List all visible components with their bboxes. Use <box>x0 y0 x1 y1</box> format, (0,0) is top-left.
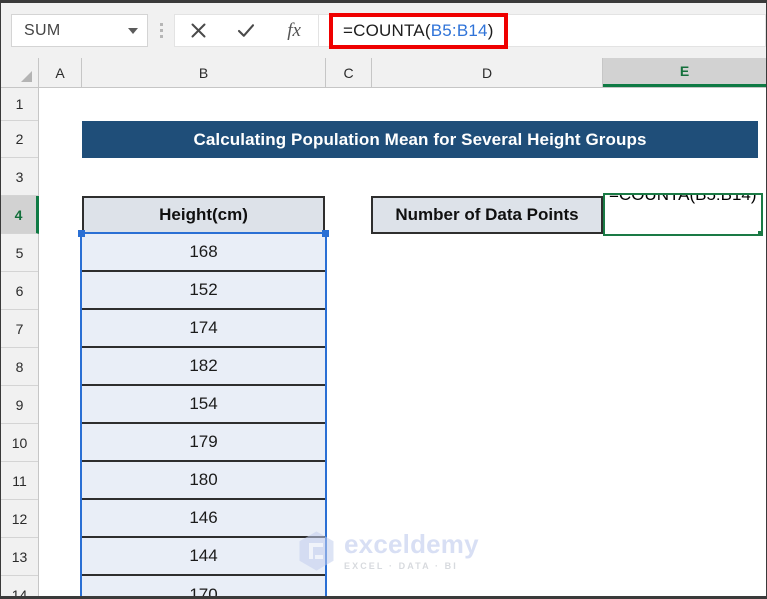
column-header-c-label: C <box>343 64 354 81</box>
row-header-10-label: 10 <box>11 434 28 451</box>
column-header-c[interactable]: C <box>326 58 372 87</box>
column-header-d-label: D <box>481 64 493 81</box>
fx-glyph-label: fx <box>287 19 301 41</box>
worksheet-grid[interactable]: Calculating Population Mean for Several … <box>40 88 766 599</box>
height-value: 170 <box>189 585 218 599</box>
table-row[interactable]: 154 <box>82 386 325 424</box>
row-header-2-label: 2 <box>15 131 24 147</box>
select-all-corner-icon[interactable] <box>1 58 39 87</box>
row-header-12[interactable]: 12 <box>1 500 38 538</box>
row-header-11[interactable]: 11 <box>1 462 38 500</box>
table-row[interactable]: 146 <box>82 500 325 538</box>
column-header-a-label: A <box>55 64 65 81</box>
table-row[interactable]: 168 <box>82 234 325 272</box>
row-header-5[interactable]: 5 <box>1 234 38 272</box>
watermark-text: exceldemy EXCEL · DATA · BI <box>344 531 479 571</box>
row-header-1-label: 1 <box>15 96 24 112</box>
row-header-14-label: 14 <box>11 586 28 599</box>
column-header-e[interactable]: E <box>603 58 766 87</box>
active-cell-fill-handle[interactable] <box>758 231 761 234</box>
height-value: 152 <box>189 280 218 299</box>
formula-action-buttons: fx <box>174 14 319 47</box>
excel-window: SUM fx =COUNTA(B5:B14) A B C D E 1 2 3 … <box>0 0 767 599</box>
active-cell-edit-text: =COUNTA(B5:B14) <box>609 193 757 204</box>
watermark-tagline: EXCEL · DATA · BI <box>344 561 458 571</box>
row-header-6[interactable]: 6 <box>1 272 38 310</box>
title-banner-text: Calculating Population Mean for Several … <box>193 129 647 149</box>
table-row[interactable]: 182 <box>82 348 325 386</box>
name-box-value: SUM <box>24 21 61 39</box>
row-header-12-label: 12 <box>11 510 28 527</box>
height-column-header-label: Height(cm) <box>159 205 248 224</box>
name-box[interactable]: SUM <box>11 14 148 47</box>
fx-function-icon[interactable]: fx <box>274 15 314 46</box>
table-row[interactable]: 174 <box>82 310 325 348</box>
formula-input[interactable]: =COUNTA(B5:B14) <box>319 13 766 49</box>
row-header-9-label: 9 <box>15 396 24 413</box>
watermark-brand-name: exceldemy <box>344 529 479 559</box>
row-header-13[interactable]: 13 <box>1 538 38 576</box>
formula-range-reference: B5:B14 <box>430 21 488 40</box>
column-header-b-label: B <box>198 64 209 81</box>
cancel-x-icon[interactable] <box>179 15 219 46</box>
table-row[interactable]: 152 <box>82 272 325 310</box>
row-header-14[interactable]: 14 <box>1 576 38 599</box>
row-header-4[interactable]: 4 <box>1 196 39 234</box>
row-header-3[interactable]: 3 <box>1 158 38 196</box>
vertical-dots-handle-icon[interactable] <box>148 14 174 47</box>
height-value: 146 <box>189 508 218 527</box>
result-label-cell[interactable]: Number of Data Points <box>371 196 603 234</box>
row-header-10[interactable]: 10 <box>1 424 38 462</box>
formula-suffix: ) <box>487 21 494 40</box>
row-header-4-label: 4 <box>14 206 23 223</box>
row-header-8-label: 8 <box>15 358 24 375</box>
table-row[interactable]: 180 <box>82 462 325 500</box>
height-value: 179 <box>189 432 218 451</box>
row-header-6-label: 6 <box>15 282 24 299</box>
column-header-a[interactable]: A <box>39 58 82 87</box>
height-value: 154 <box>189 394 218 413</box>
height-value: 144 <box>189 546 218 565</box>
formula-bar: SUM fx =COUNTA(B5:B14) <box>1 3 766 58</box>
height-column-header-cell[interactable]: Height(cm) <box>82 196 325 234</box>
height-data-column: 168 152 174 182 154 179 180 146 144 170 <box>82 234 325 599</box>
formula-prefix: =COUNTA( <box>343 21 431 40</box>
row-header-7[interactable]: 7 <box>1 310 38 348</box>
row-header-1[interactable]: 1 <box>1 88 38 121</box>
table-row[interactable]: 179 <box>82 424 325 462</box>
row-header-11-label: 11 <box>12 472 27 489</box>
height-value: 168 <box>189 242 218 261</box>
row-header-9[interactable]: 9 <box>1 386 38 424</box>
height-value: 182 <box>189 356 218 375</box>
chevron-down-icon[interactable] <box>128 27 138 34</box>
row-header-3-label: 3 <box>15 168 24 185</box>
table-row[interactable]: 170 <box>82 576 325 599</box>
height-value: 174 <box>189 318 218 337</box>
title-banner: Calculating Population Mean for Several … <box>82 121 758 158</box>
column-header-bar: A B C D E <box>1 58 766 88</box>
active-cell-editor[interactable]: =COUNTA(B5:B14) <box>603 193 763 236</box>
formula-highlight-box: =COUNTA(B5:B14) <box>329 13 508 49</box>
column-header-d[interactable]: D <box>372 58 603 87</box>
result-label-text: Number of Data Points <box>395 205 579 224</box>
column-header-b[interactable]: B <box>82 58 326 87</box>
row-header-2[interactable]: 2 <box>1 121 38 158</box>
column-header-e-label: E <box>679 63 690 79</box>
table-row[interactable]: 144 <box>82 538 325 576</box>
watermark: exceldemy EXCEL · DATA · BI <box>298 531 479 571</box>
row-header-8[interactable]: 8 <box>1 348 38 386</box>
confirm-check-icon[interactable] <box>226 15 266 46</box>
row-header-13-label: 13 <box>11 548 28 565</box>
row-header-bar: 1 2 3 4 5 6 7 8 9 10 11 12 13 14 15 <box>1 88 39 599</box>
height-value: 180 <box>189 470 218 489</box>
row-header-7-label: 7 <box>15 320 24 337</box>
row-header-5-label: 5 <box>15 244 24 261</box>
